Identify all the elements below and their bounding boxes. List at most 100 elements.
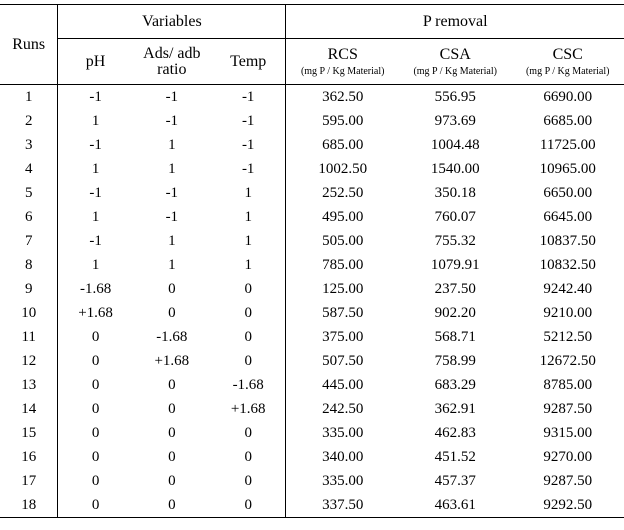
cell-csc: 9242.40 — [511, 277, 624, 301]
cell-ads: 0 — [133, 493, 211, 518]
cell-csa: 1004.48 — [399, 133, 512, 157]
cell-ads: 0 — [133, 397, 211, 421]
cell-ph: 0 — [58, 493, 133, 518]
cell-temp: 1 — [211, 205, 286, 229]
col-csc: CSC (mg P / Kg Material) — [511, 39, 624, 85]
cell-ads: -1 — [133, 109, 211, 133]
cell-temp: -1 — [211, 85, 286, 110]
table-row: 5-1-11252.50350.186650.00 — [0, 181, 624, 205]
cell-temp: -1.68 — [211, 373, 286, 397]
cell-temp: 0 — [211, 421, 286, 445]
cell-run: 6 — [0, 205, 58, 229]
table-row: 15000335.00462.839315.00 — [0, 421, 624, 445]
cell-ads: -1 — [133, 205, 211, 229]
csa-unit: (mg P / Kg Material) — [405, 66, 506, 77]
cell-csa: 451.52 — [399, 445, 512, 469]
cell-temp: 0 — [211, 277, 286, 301]
cell-csa: 362.91 — [399, 397, 512, 421]
ads-line2: ratio — [157, 61, 186, 78]
table-body: 1-1-1-1362.50556.956690.0021-1-1595.0097… — [0, 85, 624, 518]
table-row: 3-11-1685.001004.4811725.00 — [0, 133, 624, 157]
cell-csa: 902.20 — [399, 301, 512, 325]
cell-rcs: 335.00 — [286, 421, 399, 445]
cell-run: 8 — [0, 253, 58, 277]
col-csa: CSA (mg P / Kg Material) — [399, 39, 512, 85]
cell-rcs: 252.50 — [286, 181, 399, 205]
col-ads-ratio: Ads/ adb ratio — [133, 39, 211, 85]
cell-csc: 10965.00 — [511, 157, 624, 181]
cell-ph: -1 — [58, 229, 133, 253]
cell-run: 15 — [0, 421, 58, 445]
cell-csc: 5212.50 — [511, 325, 624, 349]
cell-temp: +1.68 — [211, 397, 286, 421]
col-temp: Temp — [211, 39, 286, 85]
cell-rcs: 337.50 — [286, 493, 399, 518]
cell-csc: 6645.00 — [511, 205, 624, 229]
table-row: 411-11002.501540.0010965.00 — [0, 157, 624, 181]
cell-csc: 9270.00 — [511, 445, 624, 469]
cell-csc: 8785.00 — [511, 373, 624, 397]
cell-temp: -1 — [211, 157, 286, 181]
cell-csa: 463.61 — [399, 493, 512, 518]
cell-run: 14 — [0, 397, 58, 421]
table-row: 17000335.00457.379287.50 — [0, 469, 624, 493]
cell-temp: 0 — [211, 325, 286, 349]
cell-ph: 0 — [58, 397, 133, 421]
cell-csa: 683.29 — [399, 373, 512, 397]
cell-run: 13 — [0, 373, 58, 397]
cell-csa: 462.83 — [399, 421, 512, 445]
cell-ads: -1 — [133, 85, 211, 110]
cell-csc: 10837.50 — [511, 229, 624, 253]
cell-run: 10 — [0, 301, 58, 325]
cell-rcs: 1002.50 — [286, 157, 399, 181]
cell-run: 1 — [0, 85, 58, 110]
cell-ph: -1 — [58, 181, 133, 205]
cell-ads: 1 — [133, 133, 211, 157]
table-row: 7-111505.00755.3210837.50 — [0, 229, 624, 253]
cell-rcs: 785.00 — [286, 253, 399, 277]
table-header: Runs Variables P removal pH Ads/ adb rat… — [0, 5, 624, 85]
cell-ph: 1 — [58, 109, 133, 133]
cell-ph: -1.68 — [58, 277, 133, 301]
cell-csa: 457.37 — [399, 469, 512, 493]
cell-rcs: 445.00 — [286, 373, 399, 397]
cell-rcs: 505.00 — [286, 229, 399, 253]
cell-csc: 6685.00 — [511, 109, 624, 133]
cell-csa: 350.18 — [399, 181, 512, 205]
cell-ph: +1.68 — [58, 301, 133, 325]
cell-csa: 755.32 — [399, 229, 512, 253]
csc-label: CSC — [553, 46, 583, 63]
cell-run: 7 — [0, 229, 58, 253]
cell-ph: 0 — [58, 445, 133, 469]
cell-temp: 0 — [211, 493, 286, 518]
cell-run: 16 — [0, 445, 58, 469]
cell-ads: 0 — [133, 445, 211, 469]
table-row: 120+1.680507.50758.9912672.50 — [0, 349, 624, 373]
cell-csa: 973.69 — [399, 109, 512, 133]
cell-run: 12 — [0, 349, 58, 373]
group-premoval: P removal — [286, 5, 624, 39]
cell-run: 11 — [0, 325, 58, 349]
table-row: 9-1.6800125.00237.509242.40 — [0, 277, 624, 301]
cell-rcs: 242.50 — [286, 397, 399, 421]
table-row: 61-11495.00760.076645.00 — [0, 205, 624, 229]
cell-rcs: 507.50 — [286, 349, 399, 373]
cell-ads: +1.68 — [133, 349, 211, 373]
cell-ads: 1 — [133, 157, 211, 181]
cell-run: 2 — [0, 109, 58, 133]
cell-temp: -1 — [211, 133, 286, 157]
cell-run: 5 — [0, 181, 58, 205]
cell-csc: 9287.50 — [511, 397, 624, 421]
table-row: 10+1.6800587.50902.209210.00 — [0, 301, 624, 325]
cell-rcs: 595.00 — [286, 109, 399, 133]
cell-csc: 9287.50 — [511, 469, 624, 493]
cell-ads: -1.68 — [133, 325, 211, 349]
cell-csc: 11725.00 — [511, 133, 624, 157]
cell-ph: -1 — [58, 85, 133, 110]
cell-csa: 760.07 — [399, 205, 512, 229]
rcs-unit: (mg P / Kg Material) — [292, 66, 393, 77]
cell-ph: 0 — [58, 349, 133, 373]
cell-ph: 1 — [58, 157, 133, 181]
cell-csc: 9292.50 — [511, 493, 624, 518]
cell-ads: 0 — [133, 301, 211, 325]
